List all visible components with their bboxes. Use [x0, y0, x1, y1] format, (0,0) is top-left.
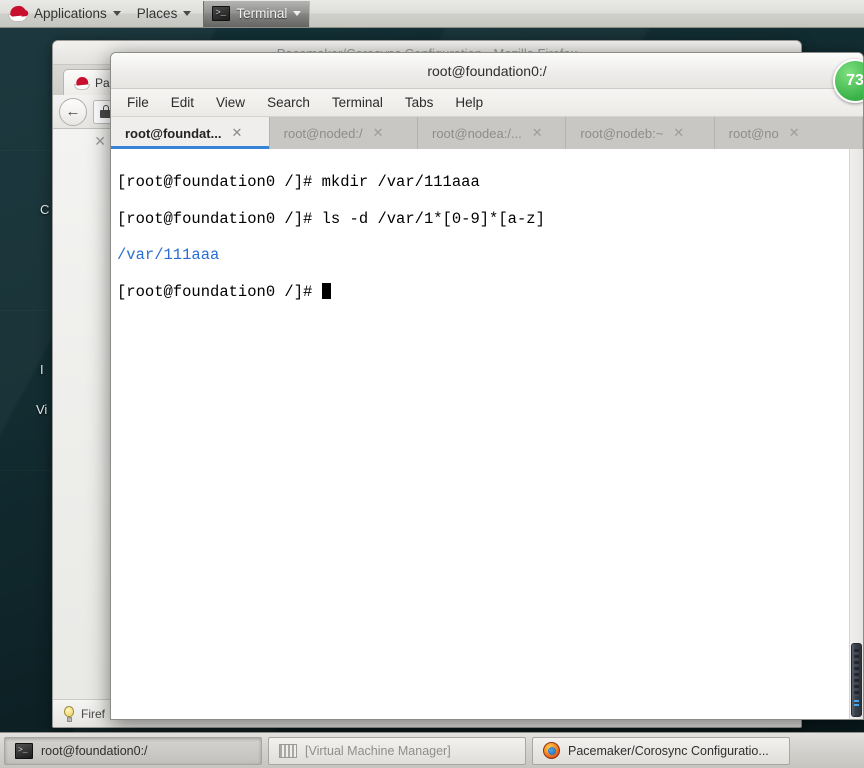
terminal-cursor	[321, 283, 331, 300]
terminal-tab-label: root@no	[728, 125, 779, 141]
scrollbar-thumb[interactable]	[851, 643, 862, 717]
menu-file[interactable]: File	[127, 95, 149, 110]
taskbar-item-label: Pacemaker/Corosync Configuratio...	[568, 743, 769, 758]
terminal-line-text: [root@foundation0 /]# ls -d /var/1*[0-9]…	[117, 209, 545, 228]
terminal-icon: >_	[15, 742, 33, 759]
desktop-icon-label-3[interactable]: Vi	[36, 402, 47, 417]
menu-terminal[interactable]: Terminal	[332, 95, 383, 110]
places-menu-label: Places	[136, 6, 178, 21]
firefox-icon	[543, 742, 560, 759]
terminal-menubar[interactable]: File Edit View Search Terminal Tabs Help	[111, 89, 863, 117]
close-icon[interactable]: ✕	[532, 125, 543, 141]
terminal-line-text: [root@foundation0 /]# mkdir /var/111aaa	[117, 173, 480, 192]
lightbulb-icon	[63, 705, 75, 722]
terminal-tab-3[interactable]: root@nodeb:~ ✕	[566, 117, 715, 149]
top-panel[interactable]: Applications Places >_ Terminal	[0, 0, 864, 28]
terminal-line: [root@foundation0 /]# ls -d /var/1*[0-9]…	[117, 210, 849, 228]
screen-root: C I Vi Pacemaker/Corosync Configuration …	[0, 0, 864, 768]
chevron-down-icon	[112, 11, 121, 16]
terminal-line: /var/111aaa	[117, 246, 849, 264]
terminal-tab-label: root@nodea:/...	[431, 125, 522, 141]
terminal-tab-0[interactable]: root@foundat... ✕	[111, 117, 270, 149]
firefox-tab-label: Pa	[95, 75, 110, 90]
vmm-icon	[279, 743, 297, 758]
terminal-icon: >_	[212, 6, 231, 21]
terminal-tab-label: root@noded:/	[283, 125, 363, 141]
terminal-body[interactable]: [root@foundation0 /]# mkdir /var/111aaa …	[111, 149, 863, 719]
terminal-prompt-text: [root@foundation0 /]#	[117, 283, 322, 302]
terminal-title: root@foundation0:/	[427, 62, 547, 79]
terminal-window[interactable]: root@foundation0:/ 73 File Edit View Sea…	[110, 52, 864, 720]
terminal-tab-1[interactable]: root@noded:/ ✕	[269, 117, 418, 149]
terminal-tab-label: root@foundat...	[125, 125, 222, 141]
terminal-tab-2[interactable]: root@nodea:/... ✕	[417, 117, 567, 149]
applications-menu-label: Applications	[34, 6, 107, 21]
redhat-logo-icon	[8, 4, 28, 23]
close-icon[interactable]: ✕	[94, 133, 106, 150]
close-icon[interactable]: ✕	[789, 125, 800, 141]
redhat-logo-icon	[74, 75, 90, 90]
close-icon[interactable]: ✕	[231, 125, 242, 141]
menu-search[interactable]: Search	[267, 95, 310, 110]
terminal-tabbar[interactable]: root@foundat... ✕ root@noded:/ ✕ root@no…	[111, 117, 863, 149]
chevron-down-icon	[183, 11, 192, 16]
terminal-tab-4[interactable]: root@no ✕	[714, 117, 863, 149]
terminal-scrollbar[interactable]	[849, 149, 863, 719]
status-badge-value: 73	[846, 72, 864, 89]
menu-edit[interactable]: Edit	[171, 95, 194, 110]
menu-view[interactable]: View	[216, 95, 245, 110]
firefox-sidebar[interactable]: ✕	[53, 129, 113, 699]
close-icon[interactable]: ✕	[373, 125, 384, 141]
applications-menu[interactable]: Applications	[0, 1, 129, 27]
desktop-icon-label-2[interactable]: I	[40, 362, 44, 377]
taskbar-item-terminal[interactable]: >_ root@foundation0:/	[4, 736, 262, 765]
taskbar[interactable]: >_ root@foundation0:/ [Virtual Machine M…	[0, 732, 864, 768]
terminal-tab-label: root@nodeb:~	[580, 125, 664, 141]
terminal-line: [root@foundation0 /]#	[117, 283, 849, 301]
terminal-line-text: /var/111aaa	[117, 246, 220, 265]
close-icon[interactable]: ✕	[673, 125, 684, 141]
window-selector[interactable]: >_ Terminal	[203, 0, 311, 27]
menu-tabs[interactable]: Tabs	[405, 95, 434, 110]
window-selector-label: Terminal	[236, 6, 288, 21]
taskbar-item-vmm[interactable]: [Virtual Machine Manager]	[268, 736, 526, 765]
places-menu[interactable]: Places	[129, 1, 200, 27]
taskbar-item-label: [Virtual Machine Manager]	[305, 743, 451, 758]
desktop-icon-label-1[interactable]: C	[40, 202, 49, 217]
menu-help[interactable]: Help	[455, 95, 483, 110]
firefox-status-text: Firef	[81, 706, 105, 721]
terminal-output[interactable]: [root@foundation0 /]# mkdir /var/111aaa …	[111, 149, 849, 719]
terminal-line: [root@foundation0 /]# mkdir /var/111aaa	[117, 173, 849, 191]
terminal-titlebar[interactable]: root@foundation0:/ 73	[111, 53, 864, 103]
taskbar-item-firefox[interactable]: Pacemaker/Corosync Configuratio...	[532, 736, 790, 765]
taskbar-item-label: root@foundation0:/	[41, 743, 148, 758]
back-arrow-icon[interactable]: ←	[59, 97, 87, 126]
chevron-down-icon	[293, 11, 302, 16]
